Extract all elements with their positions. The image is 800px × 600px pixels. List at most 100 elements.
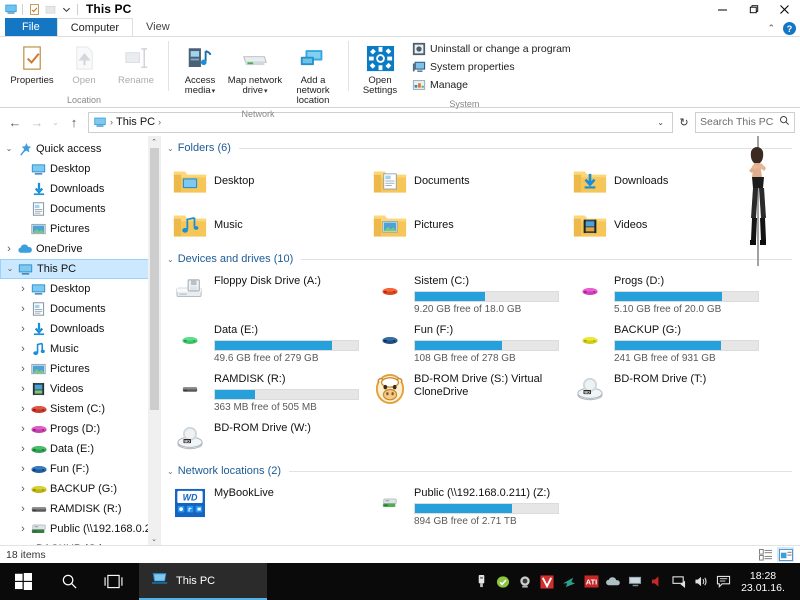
sidebar-item-quick-access[interactable]: ⌄ Quick access: [0, 139, 160, 159]
address-dropdown-icon[interactable]: ⌄: [652, 118, 669, 127]
customize-qat-dropdown[interactable]: [58, 1, 74, 17]
monitor-icon[interactable]: [624, 563, 646, 600]
folder-tile[interactable]: Desktop: [171, 159, 371, 203]
breadcrumb-this-pc[interactable]: This PC: [116, 116, 155, 128]
sidebar-item-public-192-168-0-211-z[interactable]: › Public (\\192.168.0.211) (Z: [0, 519, 160, 539]
chevron-down-icon[interactable]: ⌄: [3, 265, 17, 273]
this-pc-icon[interactable]: [3, 1, 19, 17]
taskbar-item-this-pc[interactable]: This PC: [139, 563, 267, 600]
network-location-tile[interactable]: WD MyBookLive: [171, 482, 371, 531]
scrollbar-thumb[interactable]: [149, 148, 159, 410]
task-view-icon[interactable]: [91, 563, 135, 600]
properties-icon[interactable]: [26, 1, 42, 17]
search-icon[interactable]: [47, 563, 91, 600]
folder-tile[interactable]: Documents: [371, 159, 571, 203]
sidebar-item-backup-g[interactable]: › BACKUP (G:): [0, 479, 160, 499]
uninstall-program-button[interactable]: Uninstall or change a program: [410, 40, 575, 57]
clock[interactable]: 18:28 23.01.16.: [734, 563, 792, 600]
sidebar-item-documents[interactable]: Documents: [0, 199, 160, 219]
chevron-right-icon[interactable]: ›: [16, 503, 30, 515]
back-button[interactable]: ←: [5, 112, 25, 132]
chevron-right-icon[interactable]: ›: [16, 443, 30, 455]
chevron-right-icon[interactable]: ›: [2, 543, 16, 545]
start-button[interactable]: [0, 563, 47, 600]
chevron-right-icon[interactable]: ›: [16, 403, 30, 415]
sidebar-item-documents[interactable]: › Documents: [0, 299, 160, 319]
chevron-down-icon[interactable]: ⌄: [167, 255, 174, 264]
drive-tile[interactable]: RAMDISK (R:) 363 MB free of 505 MB: [171, 368, 371, 417]
chevron-right-icon[interactable]: ›: [16, 523, 30, 535]
show-desktop-button[interactable]: [792, 563, 798, 600]
sidebar-item-pictures[interactable]: Pictures: [0, 219, 160, 239]
sidebar-item-pictures[interactable]: › Pictures: [0, 359, 160, 379]
sidebar-item-data-e[interactable]: › Data (E:): [0, 439, 160, 459]
speaker-icon[interactable]: [690, 563, 712, 600]
access-media-button[interactable]: Access media▾: [174, 40, 226, 100]
folder-tile[interactable]: Pictures: [371, 203, 571, 247]
sidebar-item-this-pc[interactable]: ⌄ This PC: [0, 259, 160, 279]
chevron-right-icon[interactable]: ›: [16, 423, 30, 435]
sidebar-item-progs-d[interactable]: › Progs (D:): [0, 419, 160, 439]
help-icon[interactable]: ?: [783, 22, 796, 35]
open-button[interactable]: Open: [58, 40, 110, 89]
details-view-button[interactable]: [757, 547, 774, 562]
drive-tile[interactable]: Sistem (C:) 9.20 GB free of 18.0 GB: [371, 270, 571, 319]
group-header-network[interactable]: ⌄ Network locations (2): [161, 459, 800, 479]
sidebar-item-ramdisk-r[interactable]: › RAMDISK (R:): [0, 499, 160, 519]
usb-safely-remove-icon[interactable]: [470, 563, 492, 600]
sidebar-item-onedrive[interactable]: › OneDrive: [0, 239, 160, 259]
sidebar-item-music[interactable]: › Music: [0, 339, 160, 359]
chevron-right-icon[interactable]: ›: [16, 483, 30, 495]
sidebar-scrollbar[interactable]: ⌃ ⌄: [148, 136, 160, 545]
sidebar-item-desktop[interactable]: Desktop: [0, 159, 160, 179]
close-button[interactable]: [769, 0, 800, 18]
sidebar-item-videos[interactable]: › Videos: [0, 379, 160, 399]
drive-tile[interactable]: BD BD-ROM Drive (W:): [171, 417, 371, 459]
drive-tile[interactable]: BD-ROM Drive (S:) Virtual CloneDrive: [371, 368, 571, 417]
drive-tile[interactable]: BD BD-ROM Drive (T:): [571, 368, 771, 417]
drive-tile[interactable]: Data (E:) 49.6 GB free of 279 GB: [171, 319, 371, 368]
sidebar-item-downloads[interactable]: › Downloads: [0, 319, 160, 339]
add-network-location-button[interactable]: Add a network location: [284, 40, 342, 109]
refresh-button[interactable]: ↻: [675, 112, 693, 133]
network-location-tile[interactable]: Public (\\192.168.0.211) (Z:) 894 GB free…: [371, 482, 571, 531]
tab-computer[interactable]: Computer: [56, 18, 134, 36]
search-input[interactable]: Search This PC: [695, 111, 795, 133]
forward-button[interactable]: →: [27, 112, 47, 132]
minimize-button[interactable]: [707, 0, 738, 18]
teamviewer-icon[interactable]: [558, 563, 580, 600]
system-properties-button[interactable]: System properties: [410, 58, 575, 75]
chevron-right-icon[interactable]: ›: [16, 383, 30, 395]
maximize-button[interactable]: [738, 0, 769, 18]
shield-green-icon[interactable]: [492, 563, 514, 600]
chevron-down-icon[interactable]: ⌄: [167, 467, 174, 476]
group-header-devices[interactable]: ⌄ Devices and drives (10): [161, 247, 800, 267]
action-center-icon[interactable]: [712, 563, 734, 600]
vuze-v-icon[interactable]: [536, 563, 558, 600]
recent-locations-button[interactable]: ⌄: [49, 112, 62, 132]
tab-view[interactable]: View: [133, 18, 183, 36]
chevron-right-icon[interactable]: ›: [16, 303, 30, 315]
drive-tile[interactable]: Floppy Disk Drive (A:): [171, 270, 371, 319]
chevron-right-icon[interactable]: ›: [16, 283, 30, 295]
chevron-right-icon[interactable]: ›: [16, 363, 30, 375]
sidebar-item-desktop[interactable]: › Desktop: [0, 279, 160, 299]
chevron-down-icon[interactable]: ⌄: [2, 145, 16, 153]
drive-tile[interactable]: Progs (D:) 5.10 GB free of 20.0 GB: [571, 270, 771, 319]
chevron-right-icon[interactable]: ›: [16, 463, 30, 475]
sidebar-item-sistem-c[interactable]: › Sistem (C:): [0, 399, 160, 419]
drive-tile[interactable]: BACKUP (G:) 241 GB free of 931 GB: [571, 319, 771, 368]
rename-button[interactable]: Rename: [110, 40, 162, 89]
large-icons-view-button[interactable]: [777, 547, 794, 562]
tab-file[interactable]: File: [5, 18, 57, 36]
properties-button[interactable]: Properties: [6, 40, 58, 89]
group-header-folders[interactable]: ⌄ Folders (6): [161, 136, 800, 156]
volume-mute-red-icon[interactable]: [646, 563, 668, 600]
cloud-sync-icon[interactable]: [602, 563, 624, 600]
map-network-drive-button[interactable]: Map network drive▾: [226, 40, 284, 100]
chevron-down-icon[interactable]: ⌄: [167, 144, 174, 153]
drive-tile[interactable]: Fun (F:) 108 GB free of 278 GB: [371, 319, 571, 368]
open-settings-button[interactable]: Open Settings: [354, 40, 406, 99]
folder-tile[interactable]: Music: [171, 203, 371, 247]
breadcrumb-separator-2[interactable]: ›: [158, 117, 161, 127]
